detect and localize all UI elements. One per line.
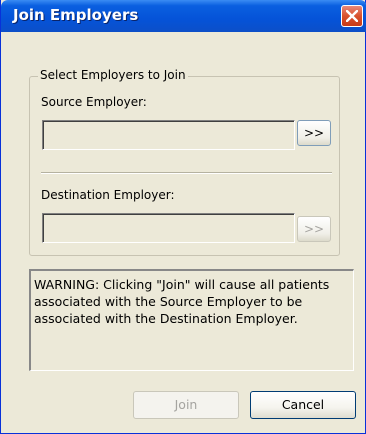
- group-divider: [41, 172, 332, 174]
- source-employer-field[interactable]: [42, 120, 295, 150]
- cancel-button[interactable]: Cancel: [250, 391, 356, 419]
- title-bar[interactable]: Join Employers: [1, 0, 366, 32]
- destination-employer-field[interactable]: [42, 213, 295, 243]
- group-legend: Select Employers to Join: [38, 68, 188, 82]
- destination-employer-label: Destination Employer:: [41, 188, 175, 202]
- window-title: Join Employers: [13, 6, 139, 24]
- destination-employer-browse-button[interactable]: >>: [297, 216, 331, 242]
- close-button[interactable]: [341, 5, 363, 27]
- close-icon: [346, 10, 358, 22]
- join-button[interactable]: Join: [133, 391, 239, 419]
- source-employer-browse-button[interactable]: >>: [297, 120, 331, 146]
- join-employers-dialog: Join Employers Select Employers to Join …: [0, 0, 366, 434]
- source-employer-label: Source Employer:: [41, 95, 147, 109]
- warning-message: WARNING: Clicking "Join" will cause all …: [29, 269, 354, 371]
